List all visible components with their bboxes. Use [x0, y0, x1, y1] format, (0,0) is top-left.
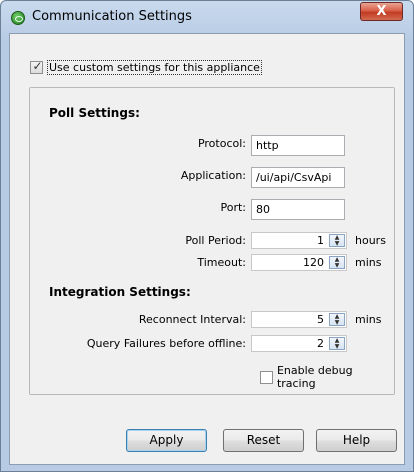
timeout-spinner[interactable]: 120 ▲ ▼: [251, 254, 347, 271]
custom-settings-label[interactable]: Use custom settings for this appliance: [47, 60, 262, 75]
reconnect-interval-unit: mins: [355, 313, 382, 326]
reconnect-interval-label: Reconnect Interval:: [138, 313, 246, 326]
spinner-down-icon[interactable]: ▼: [330, 320, 344, 326]
help-button[interactable]: Help: [316, 429, 397, 452]
title-bar[interactable]: Communication Settings X: [1, 1, 413, 33]
timeout-label: Timeout:: [197, 256, 246, 269]
debug-tracing-checkbox[interactable]: [260, 370, 273, 384]
debug-tracing-row[interactable]: Enable debug tracing: [260, 364, 394, 390]
protocol-label: Protocol:: [197, 137, 246, 150]
spinner-arrows[interactable]: ▲ ▼: [329, 256, 345, 269]
spinner-down-icon[interactable]: ▼: [330, 344, 344, 350]
protocol-field[interactable]: http: [251, 135, 345, 156]
custom-settings-checkbox[interactable]: ✓: [30, 59, 43, 74]
dialog-body: ✓ Use custom settings for this appliance…: [9, 33, 405, 465]
poll-period-unit: hours: [355, 234, 386, 247]
spinner-down-icon[interactable]: ▼: [330, 241, 344, 247]
window-title: Communication Settings: [32, 9, 192, 24]
query-failures-spinner[interactable]: 2 ▲ ▼: [251, 335, 347, 352]
port-label: Port:: [220, 201, 246, 214]
poll-period-value[interactable]: 1: [317, 234, 324, 247]
poll-settings-heading: Poll Settings:: [49, 106, 140, 120]
poll-period-spinner[interactable]: 1 ▲ ▼: [251, 232, 347, 249]
checkmark-icon: ✓: [32, 59, 43, 73]
close-button[interactable]: X: [360, 2, 403, 21]
spinner-arrows[interactable]: ▲ ▼: [329, 337, 345, 350]
poll-period-label: Poll Period:: [185, 234, 246, 247]
spinner-arrows[interactable]: ▲ ▼: [329, 234, 345, 247]
spinner-arrows[interactable]: ▲ ▼: [329, 313, 345, 326]
close-icon: X: [376, 4, 387, 19]
apply-button[interactable]: Apply: [126, 429, 207, 452]
query-failures-label: Query Failures before offline:: [86, 337, 246, 350]
integration-settings-heading: Integration Settings:: [49, 285, 191, 299]
port-field[interactable]: 80: [251, 199, 345, 220]
debug-tracing-label[interactable]: Enable debug tracing: [277, 364, 394, 390]
dialog-window: Communication Settings X ✓ Use custom se…: [0, 0, 414, 472]
reconnect-interval-value[interactable]: 5: [317, 313, 324, 326]
query-failures-value[interactable]: 2: [317, 337, 324, 350]
app-icon: [11, 11, 25, 25]
timeout-value[interactable]: 120: [303, 256, 324, 269]
reconnect-interval-spinner[interactable]: 5 ▲ ▼: [251, 311, 347, 328]
settings-panel: Poll Settings: Protocol: http Applicatio…: [29, 87, 395, 395]
custom-settings-row[interactable]: ✓ Use custom settings for this appliance: [30, 59, 262, 75]
application-label: Application:: [180, 169, 246, 182]
timeout-unit: mins: [355, 256, 382, 269]
application-field[interactable]: /ui/api/CsvApi: [251, 167, 345, 188]
reset-button[interactable]: Reset: [223, 429, 304, 452]
spinner-down-icon[interactable]: ▼: [330, 263, 344, 269]
